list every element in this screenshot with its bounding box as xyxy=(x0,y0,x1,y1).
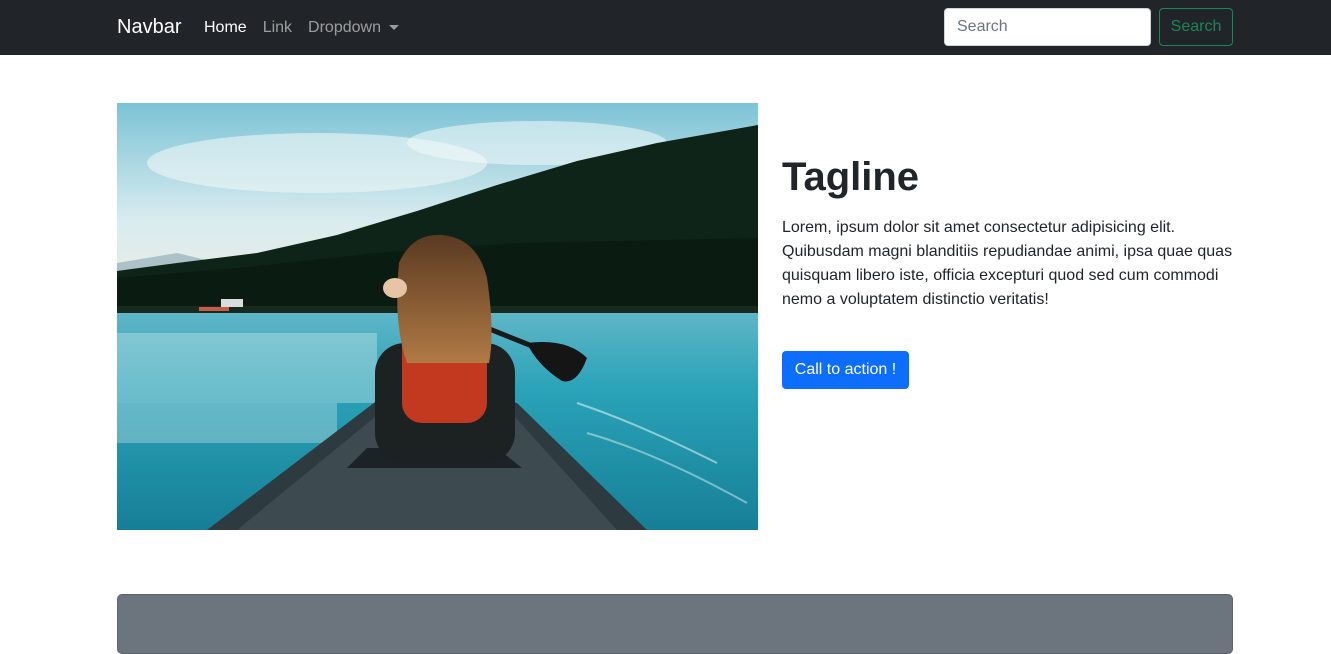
nav-link-link[interactable]: Link xyxy=(263,17,292,38)
caret-down-icon xyxy=(388,25,399,30)
call-to-action-button[interactable]: Call to action ! xyxy=(782,351,909,389)
navbar: Navbar Home Link Dropdown Search xyxy=(0,0,1331,55)
nav-link-home[interactable]: Home xyxy=(204,17,247,38)
nav-links: Home Link Dropdown xyxy=(204,17,399,38)
tagline-heading: Tagline xyxy=(782,155,920,199)
hero-paragraph: Lorem, ipsum dolor sit amet consectetur … xyxy=(782,219,1233,308)
nav-link-dropdown-label: Dropdown xyxy=(308,19,381,36)
hero-image xyxy=(117,103,758,530)
canoe-lake-illustration xyxy=(117,103,758,530)
gray-banner-card xyxy=(117,594,1233,654)
search-input[interactable] xyxy=(944,8,1151,46)
nav-link-dropdown[interactable]: Dropdown xyxy=(308,17,399,38)
navbar-brand[interactable]: Navbar xyxy=(117,14,181,41)
search-button[interactable]: Search xyxy=(1159,8,1233,46)
